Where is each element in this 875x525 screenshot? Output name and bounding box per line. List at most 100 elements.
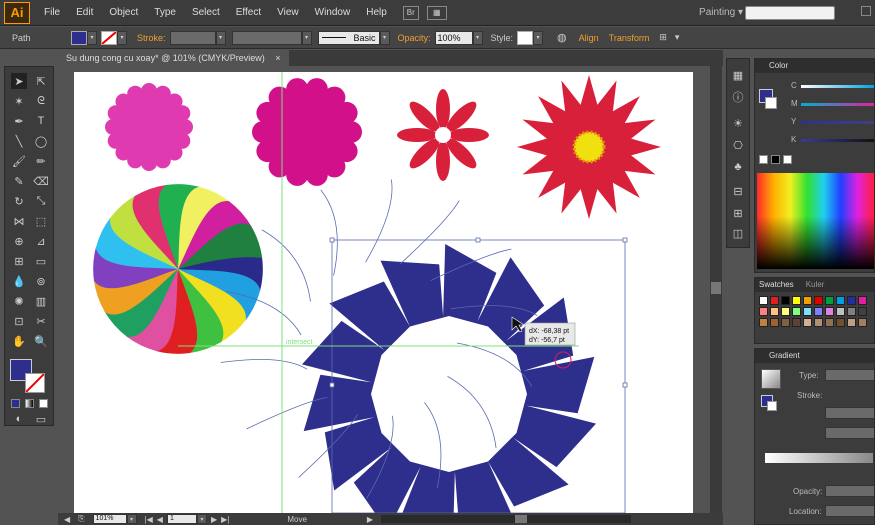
gradient-opacity-field[interactable]	[825, 485, 874, 497]
menu-view[interactable]: View	[269, 7, 307, 18]
stroke-swatch[interactable]	[101, 30, 117, 45]
direct-selection-tool-icon[interactable]: ⇱	[33, 73, 49, 89]
swatch[interactable]	[847, 307, 856, 316]
gradient-mode-icon[interactable]	[25, 399, 34, 408]
artboard[interactable]: intersect dX: -68,38 pt dY: -56,7 pt	[74, 72, 693, 513]
eraser-tool-icon[interactable]: ⌫	[33, 173, 49, 189]
swatch[interactable]	[781, 318, 790, 327]
flower-1-scallop[interactable]	[154, 152, 171, 169]
color-mode-icon[interactable]	[11, 399, 20, 408]
blob-brush-tool-icon[interactable]: ✎	[11, 173, 27, 189]
align-link[interactable]: Align	[579, 33, 599, 43]
flower-3-petal[interactable]	[436, 89, 450, 129]
zoom-field[interactable]: 101%	[92, 514, 127, 524]
swatch[interactable]	[847, 296, 856, 305]
screen-mode-icon[interactable]: ▭	[33, 411, 49, 427]
kuler-tab[interactable]: Kuler	[806, 278, 825, 292]
align-panel-icon[interactable]: ⊟	[730, 183, 746, 199]
close-tab-icon[interactable]: ×	[275, 53, 280, 63]
swatch[interactable]	[792, 318, 801, 327]
opacity-field[interactable]: 100%	[434, 30, 473, 45]
bridge-button[interactable]: Br	[402, 5, 419, 20]
swatch[interactable]	[781, 307, 790, 316]
flower-3-center[interactable]	[435, 127, 451, 143]
eyedropper-tool-icon[interactable]: 💧	[11, 273, 27, 289]
swatch[interactable]	[858, 307, 867, 316]
gradient-stroke-box[interactable]	[767, 401, 777, 411]
flower-3-petal[interactable]	[449, 128, 489, 142]
swatch[interactable]	[836, 296, 845, 305]
free-transform-tool-icon[interactable]: ⬚	[33, 213, 49, 229]
bounding-box-handle[interactable]	[329, 237, 335, 243]
stroke-dropdown[interactable]: ▾	[117, 30, 127, 45]
black-color-icon[interactable]	[771, 155, 780, 164]
opacity-label[interactable]: Opacity:	[398, 33, 431, 43]
menu-help[interactable]: Help	[358, 7, 395, 18]
next-artboard-icon[interactable]: ▶	[211, 515, 217, 524]
flower-2-scallop[interactable]	[286, 78, 309, 101]
pinwheel-ring[interactable]	[302, 244, 596, 513]
fill-swatch[interactable]	[71, 30, 87, 45]
scale-tool-icon[interactable]: ⤡	[33, 193, 49, 209]
slice-tool-icon[interactable]: ✂	[33, 313, 49, 329]
symbol-sprayer-tool-icon[interactable]: ✺	[11, 293, 27, 309]
fill-dropdown[interactable]: ▾	[87, 30, 97, 45]
swatch[interactable]	[836, 307, 845, 316]
width-tool-icon[interactable]: ⋈	[11, 213, 27, 229]
bounding-box-handle[interactable]	[622, 237, 628, 243]
black-slider[interactable]	[801, 139, 874, 142]
arrange-documents-button[interactable]: ▦	[426, 5, 447, 20]
zoom-dropdown[interactable]: ▾	[126, 514, 137, 524]
stroke-weight-field[interactable]	[169, 30, 216, 45]
previous-artboard-icon[interactable]: ◀	[157, 515, 163, 524]
artboard-number-field[interactable]: 1	[166, 514, 197, 524]
mesh-tool-icon[interactable]: ⊞	[11, 253, 27, 269]
swatch[interactable]	[759, 307, 768, 316]
window-close-icon[interactable]	[861, 6, 871, 16]
swatches-tab[interactable]: Swatches	[759, 278, 794, 292]
swatch[interactable]	[759, 318, 768, 327]
swatch[interactable]	[814, 318, 823, 327]
flower-2-scallop[interactable]	[340, 121, 362, 143]
pencil-tool-icon[interactable]: ✏	[33, 153, 49, 169]
line-tool-icon[interactable]: ╲	[11, 133, 27, 149]
tooltip-dx[interactable]: dX: -68,38 pt	[529, 328, 569, 335]
brush-definition-field[interactable]: Basic	[317, 30, 380, 45]
graphic-style-swatch[interactable]	[517, 30, 534, 45]
magenta-slider[interactable]	[801, 103, 874, 106]
menu-edit[interactable]: Edit	[68, 7, 101, 18]
none-color-icon[interactable]	[759, 155, 768, 164]
none-mode-icon[interactable]	[39, 399, 48, 408]
stroke-weight-dropdown[interactable]: ▾	[215, 30, 226, 45]
isolate-icon[interactable]: ⊞	[659, 32, 667, 43]
ghost-outline-curve[interactable]	[447, 376, 497, 449]
zoom-tool-icon[interactable]: 🔍	[33, 333, 49, 349]
swatch[interactable]	[858, 318, 867, 327]
style-dropdown[interactable]: ▾	[533, 30, 544, 45]
gradient-location-field[interactable]	[825, 505, 874, 517]
vertical-scrollbar[interactable]	[710, 66, 722, 513]
horizontal-scroll-thumb[interactable]	[515, 515, 528, 523]
transform-panel-icon[interactable]: ⊞	[730, 205, 746, 221]
swatch[interactable]	[825, 296, 834, 305]
selection-tool-icon[interactable]: ➤	[11, 73, 27, 89]
first-artboard-icon[interactable]: |◀	[145, 515, 153, 524]
yellow-slider[interactable]	[801, 121, 874, 124]
blend-tool-icon[interactable]: ⊚	[33, 273, 49, 289]
shape-builder-tool-icon[interactable]: ⊕	[11, 233, 27, 249]
variable-width-field[interactable]	[231, 30, 302, 45]
toggle-tools-icon[interactable]: ⎘	[78, 514, 84, 524]
help-search-input[interactable]	[745, 6, 835, 20]
document-tab[interactable]: Su dung cong cu xoay* @ 101% (CMYK/Previ…	[58, 50, 289, 66]
magic-wand-tool-icon[interactable]: ✶	[11, 93, 27, 109]
menu-object[interactable]: Object	[101, 7, 146, 18]
paintbrush-tool-icon[interactable]: 🖌	[11, 153, 27, 169]
menu-window[interactable]: Window	[307, 7, 359, 18]
horizontal-scrollbar[interactable]	[381, 515, 632, 523]
opacity-dropdown[interactable]: ▾	[472, 30, 483, 45]
gradient-tool-icon[interactable]: ▭	[33, 253, 49, 269]
swatch[interactable]	[792, 296, 801, 305]
gradient-angle-field[interactable]	[825, 407, 874, 419]
brushes-icon[interactable]: ⎔	[730, 137, 746, 153]
gradient-preview[interactable]	[761, 369, 781, 389]
